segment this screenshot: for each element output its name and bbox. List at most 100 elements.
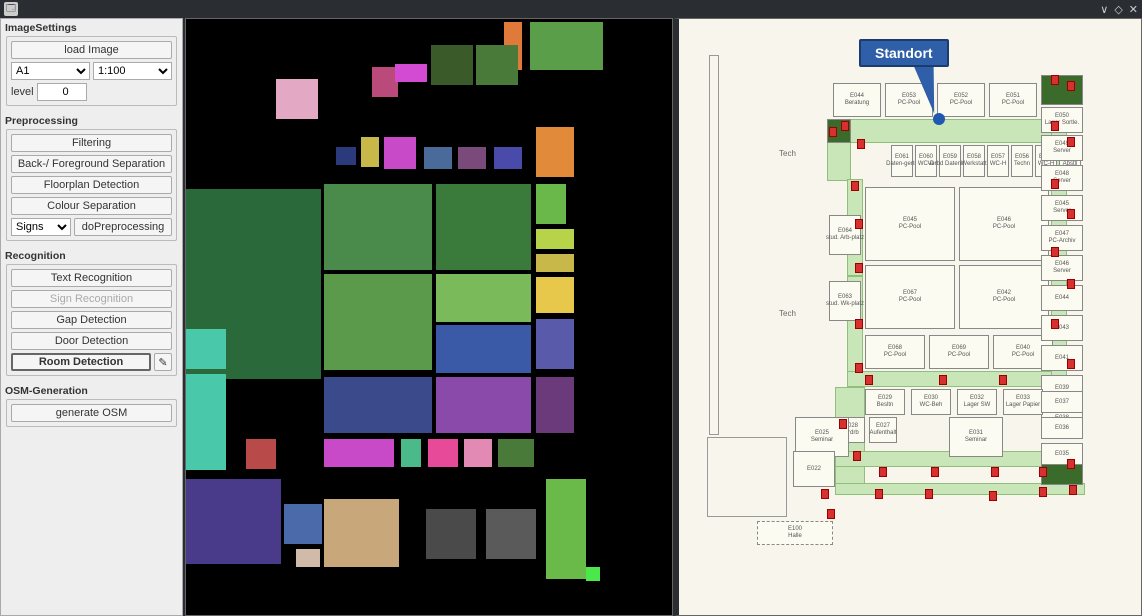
room-E046: E046Server	[1041, 255, 1083, 281]
sign-recognition-button[interactable]: Sign Recognition	[11, 290, 172, 308]
exit-sign-icon	[855, 263, 863, 273]
room-E069: E069PC-Pool	[929, 335, 989, 369]
room-E046: E046PC-Pool	[959, 187, 1049, 261]
segmentation-rect	[536, 319, 574, 369]
scale-combo[interactable]: 1:100	[93, 62, 172, 80]
generate-osm-button[interactable]: generate OSM	[11, 404, 172, 422]
room-E059: E059Verbd Datennetz	[939, 145, 961, 177]
room-E048: E048Server	[1041, 165, 1083, 191]
colour-separation-button[interactable]: Colour Separation	[11, 197, 172, 215]
room-E051: E051PC-Pool	[989, 83, 1037, 117]
maximize-icon[interactable]: ◇	[1114, 3, 1122, 16]
filtering-button[interactable]: Filtering	[11, 134, 172, 152]
segmentation-rect	[586, 567, 600, 581]
room-bottom-left: E022	[793, 451, 835, 487]
level-label: level	[11, 86, 34, 98]
standort-label: Standort	[859, 39, 949, 67]
segmentation-rect	[384, 137, 416, 169]
segmentation-rect	[424, 147, 452, 169]
segmentation-rect	[186, 479, 281, 564]
exit-sign-icon	[1051, 179, 1059, 189]
room-E063: E063stud. Wk-platz	[829, 281, 861, 321]
exit-sign-icon	[1051, 121, 1059, 131]
segmentation-rect	[431, 45, 473, 85]
exit-sign-icon	[989, 491, 997, 501]
exit-sign-icon	[931, 467, 939, 477]
floorplan-panel[interactable]: Standort Tech Tech E044BeratungE053PC-Po…	[673, 18, 1142, 616]
exit-sign-icon	[1067, 279, 1075, 289]
do-preprocessing-button[interactable]: doPreprocessing	[74, 218, 172, 236]
room-E035: E035	[1041, 443, 1083, 465]
door-detection-button[interactable]: Door Detection	[11, 332, 172, 350]
load-image-button[interactable]: load Image	[11, 41, 172, 59]
room-E042: E042PC-Pool	[959, 265, 1049, 329]
sidebar: ImageSettings load Image A1 1:100 level …	[0, 18, 183, 616]
signs-combo[interactable]: Signs	[11, 218, 71, 236]
room-hall: E100Halle	[757, 521, 833, 545]
hallway-mid	[847, 371, 1065, 387]
segmentation-rect	[401, 439, 421, 467]
segmentation-rect	[395, 64, 427, 82]
exit-sign-icon	[1067, 209, 1075, 219]
room-E031: E031Seminar	[949, 417, 1003, 457]
room-E061: E061Daten-gerte	[891, 145, 913, 177]
segmentation-rect	[186, 329, 226, 369]
exit-sign-icon	[991, 467, 999, 477]
exit-sign-icon	[1067, 359, 1075, 369]
exit-sign-icon	[1051, 75, 1059, 85]
exit-sign-icon	[853, 451, 861, 461]
titlebar: 🗔 ∨ ◇ ✕	[0, 0, 1142, 18]
segmentation-rect	[324, 499, 399, 567]
room-E050: E050Lager Sortle.	[1041, 107, 1083, 133]
exit-sign-icon	[855, 363, 863, 373]
segmentation-rect	[536, 127, 574, 177]
exit-sign-icon	[1067, 81, 1075, 91]
room-E045: E045PC-Pool	[865, 187, 955, 261]
segmentation-rect	[324, 439, 394, 467]
room-detection-button[interactable]: Room Detection	[11, 353, 151, 371]
exit-sign-icon	[821, 489, 829, 499]
exit-sign-icon	[1051, 247, 1059, 257]
level-spinner[interactable]	[37, 83, 87, 101]
exit-sign-icon	[999, 375, 1007, 385]
exit-sign-icon	[1039, 487, 1047, 497]
segmentation-rect	[476, 45, 518, 85]
segmentation-rect	[186, 374, 226, 470]
exit-sign-icon	[865, 375, 873, 385]
recognition-box: Text Recognition Sign Recognition Gap De…	[6, 264, 177, 376]
pencil-icon[interactable]: ✎	[154, 353, 172, 371]
paper-size-combo[interactable]: A1	[11, 62, 90, 80]
segmentation-rect	[246, 439, 276, 469]
exit-sign-icon	[925, 489, 933, 499]
app-icon: 🗔	[4, 2, 18, 16]
floorplan-detection-button[interactable]: Floorplan Detection	[11, 176, 172, 194]
minimize-icon[interactable]: ∨	[1100, 3, 1108, 16]
segmentation-rect	[436, 274, 531, 322]
segmentation-rect	[324, 377, 432, 433]
segmentation-rect	[436, 325, 531, 373]
segmentation-rect	[276, 79, 318, 119]
close-icon[interactable]: ✕	[1129, 3, 1138, 16]
room-E057: E057WC-H	[987, 145, 1009, 177]
gap-detection-button[interactable]: Gap Detection	[11, 311, 172, 329]
segmentation-rect	[536, 184, 566, 224]
room-E029: E029Besltn	[865, 389, 905, 415]
preprocessing-box: Filtering Back-/ Foreground Separation F…	[6, 129, 177, 241]
image-settings-box: load Image A1 1:100 level	[6, 36, 177, 106]
segmentation-rect	[494, 147, 522, 169]
exit-sign-icon	[839, 419, 847, 429]
room-E043: E043	[1041, 315, 1083, 341]
text-recognition-button[interactable]: Text Recognition	[11, 269, 172, 287]
exit-sign-icon	[1067, 459, 1075, 469]
exit-sign-icon	[851, 181, 859, 191]
exit-sign-icon	[827, 509, 835, 519]
window-controls: ∨ ◇ ✕	[1100, 3, 1138, 16]
bgfg-button[interactable]: Back-/ Foreground Separation	[11, 155, 172, 173]
segmentation-rect	[546, 479, 586, 579]
room-E033: E033Lager Papier	[1003, 389, 1043, 415]
workspace: ImageSettings load Image A1 1:100 level …	[0, 18, 1142, 616]
room-E036: E036	[1041, 417, 1083, 439]
segmentation-panel[interactable]	[185, 18, 673, 616]
exit-sign-icon	[857, 139, 865, 149]
segmentation-rect	[296, 549, 320, 567]
